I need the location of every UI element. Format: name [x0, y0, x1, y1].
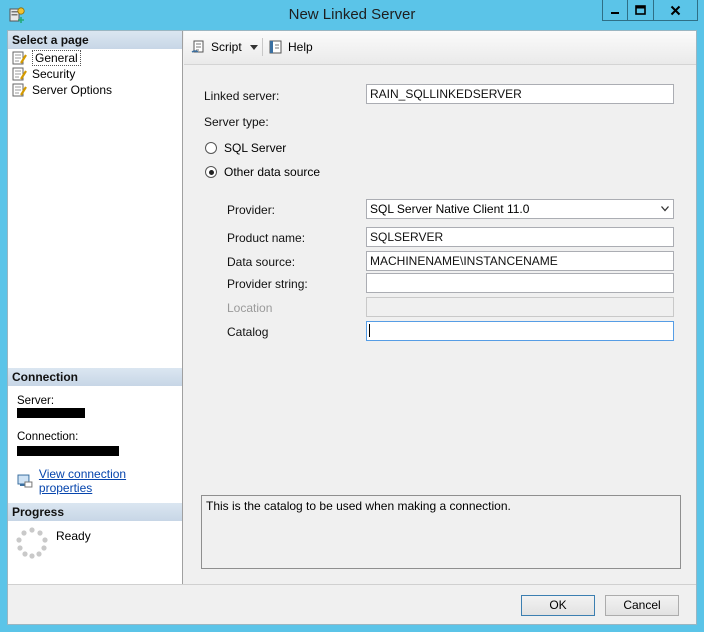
- progress-header: Progress: [8, 503, 182, 521]
- help-icon: [269, 40, 282, 54]
- server-type-label: Server type:: [204, 115, 269, 129]
- script-icon: [191, 40, 204, 53]
- page-item-server-options[interactable]: Server Options: [12, 82, 112, 98]
- provider-select[interactable]: SQL Server Native Client 11.0: [366, 199, 674, 219]
- minimize-button[interactable]: [602, 0, 628, 21]
- connection-header: Connection: [8, 368, 182, 386]
- server-value-redacted: [17, 408, 85, 418]
- new-linked-server-window: New Linked Server Select a page General …: [0, 0, 704, 632]
- server-label: Server:: [17, 395, 55, 407]
- page-item-label: General: [32, 50, 81, 66]
- radio-button-checked[interactable]: [205, 166, 217, 178]
- provider-string-input[interactable]: [366, 273, 674, 293]
- close-icon: [670, 5, 681, 15]
- provider-string-label: Provider string:: [227, 277, 308, 291]
- chevron-down-icon: [661, 206, 669, 212]
- location-label: Location: [227, 301, 273, 315]
- window-controls: [602, 0, 698, 21]
- sql-server-radio[interactable]: SQL Server: [205, 141, 286, 155]
- title-bar[interactable]: New Linked Server: [0, 0, 704, 30]
- toolbar: Script Help: [184, 31, 696, 65]
- text-caret: [369, 324, 370, 337]
- progress-area: Ready: [16, 527, 91, 559]
- product-name-input[interactable]: SQLSERVER: [366, 227, 674, 247]
- view-connection-properties-link[interactable]: View connection properties: [17, 467, 182, 495]
- wrench-page-icon: [12, 51, 27, 65]
- close-button[interactable]: [654, 0, 698, 21]
- select-page-header: Select a page: [8, 31, 182, 49]
- bottom-separator: [8, 584, 696, 585]
- other-data-source-radio[interactable]: Other data source: [205, 165, 320, 179]
- help-button[interactable]: Help: [268, 39, 313, 55]
- page-item-security[interactable]: Security: [12, 66, 75, 82]
- provider-label: Provider:: [227, 203, 276, 217]
- radio-button[interactable]: [205, 142, 217, 154]
- progress-status: Ready: [56, 529, 91, 543]
- ok-button[interactable]: OK: [521, 595, 595, 616]
- wrench-page-icon: [12, 67, 27, 81]
- script-label: Script: [211, 40, 242, 54]
- page-item-label: Server Options: [32, 83, 113, 97]
- maximize-button[interactable]: [628, 0, 654, 21]
- maximize-icon: [635, 5, 646, 15]
- script-button[interactable]: Script: [191, 39, 242, 55]
- spinner-icon: [16, 527, 48, 559]
- script-dropdown-arrow[interactable]: [250, 45, 258, 50]
- connection-value-redacted: [17, 446, 119, 456]
- connection-properties-icon: [17, 474, 33, 488]
- connection-label: Connection:: [17, 431, 79, 443]
- catalog-input[interactable]: [366, 321, 674, 341]
- data-source-input[interactable]: MACHINENAME\INSTANCENAME: [366, 251, 674, 271]
- other-data-source-radio-label: Other data source: [224, 165, 321, 179]
- dialog-client-area: Select a page General Security Server Op…: [7, 30, 697, 625]
- help-label: Help: [288, 40, 313, 54]
- catalog-label: Catalog: [227, 325, 269, 339]
- wrench-page-icon: [12, 83, 27, 97]
- window-title: New Linked Server: [288, 6, 416, 23]
- data-source-label: Data source:: [227, 255, 296, 269]
- description-panel: This is the catalog to be used when maki…: [201, 495, 681, 569]
- linked-server-input[interactable]: RAIN_SQLLINKEDSERVER: [366, 84, 674, 104]
- location-input: [366, 297, 674, 317]
- sql-server-radio-label: SQL Server: [224, 141, 287, 155]
- page-item-general[interactable]: General: [12, 50, 81, 66]
- linked-server-label: Linked server:: [204, 89, 280, 103]
- view-connection-properties-label[interactable]: View connection properties: [39, 467, 182, 495]
- product-name-label: Product name:: [227, 231, 306, 245]
- left-pane: Select a page General Security Server Op…: [8, 31, 183, 584]
- cancel-button[interactable]: Cancel: [605, 595, 679, 616]
- toolbar-separator: [262, 38, 263, 56]
- minimize-icon: [611, 12, 619, 14]
- page-item-label: Security: [32, 67, 76, 81]
- provider-selected-value: SQL Server Native Client 11.0: [370, 202, 530, 216]
